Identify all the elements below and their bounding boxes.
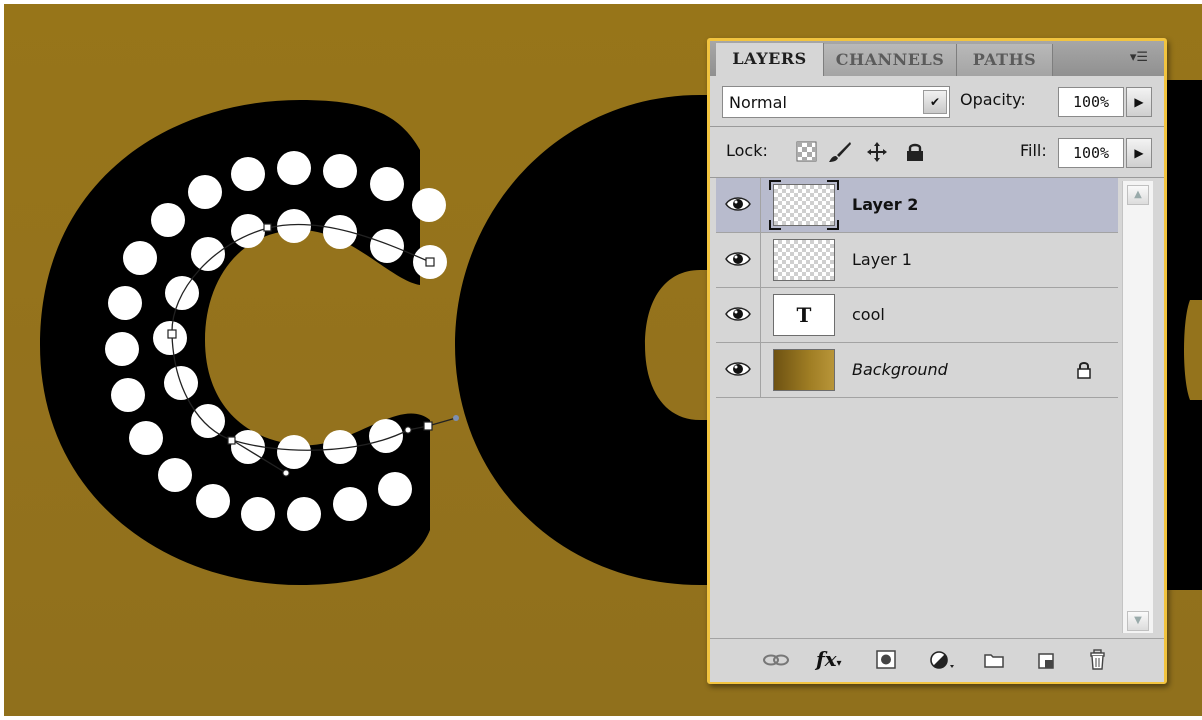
lock-paint-icon[interactable]: [828, 141, 851, 163]
visibility-toggle[interactable]: [716, 233, 761, 287]
visibility-toggle[interactable]: [716, 343, 761, 397]
layer-list: Layer 2 Layer 1 T cool Background: [716, 178, 1118, 636]
layer-list-scrollbar[interactable]: ▲ ▼: [1122, 181, 1153, 633]
opacity-label: Opacity:: [960, 90, 1026, 109]
layer-name: Layer 2: [852, 195, 919, 214]
lock-all-icon[interactable]: [904, 141, 926, 163]
blend-opacity-row: Normal ✔ Opacity: 100% ▶: [710, 76, 1164, 127]
add-mask-icon[interactable]: [874, 648, 900, 672]
layer-row-layer-1[interactable]: Layer 1: [716, 233, 1118, 288]
chevron-down-icon: ▾: [836, 658, 842, 669]
lock-label: Lock:: [726, 141, 768, 160]
visibility-toggle[interactable]: [716, 178, 761, 232]
layer-row-background[interactable]: Background: [716, 343, 1118, 398]
new-layer-icon[interactable]: [1034, 648, 1060, 672]
tab-layers[interactable]: LAYERS: [716, 43, 824, 76]
chevron-down-icon[interactable]: ✔: [923, 90, 947, 114]
link-layers-icon[interactable]: [762, 648, 789, 672]
letter-o-shape: [455, 95, 720, 585]
opacity-slider-button[interactable]: ▶: [1126, 87, 1152, 117]
lock-fill-row: Lock: Fill: 100% ▶: [710, 127, 1164, 178]
eye-icon: [725, 197, 751, 211]
text-layer-thumbnail: T: [773, 294, 835, 336]
fill-label: Fill:: [1020, 141, 1047, 160]
layer-name: Background: [852, 360, 948, 379]
layer-lock-icon: [1077, 362, 1091, 379]
layer-name: Layer 1: [852, 250, 912, 269]
fill-field[interactable]: 100%: [1058, 138, 1124, 168]
eye-icon: [725, 307, 751, 321]
layer-row-layer-2[interactable]: Layer 2: [716, 178, 1118, 233]
layer-thumbnail: [773, 184, 835, 226]
layers-panel: LAYERS CHANNELS PATHS ▾☰ Normal ✔ Opacit…: [707, 38, 1167, 684]
lock-move-icon[interactable]: [866, 141, 888, 163]
fill-slider-button[interactable]: ▶: [1126, 138, 1152, 168]
opacity-field[interactable]: 100%: [1058, 87, 1124, 117]
layer-thumbnail: [773, 239, 835, 281]
blend-mode-value: Normal: [729, 93, 787, 112]
letter-o2-hole: [1184, 300, 1202, 400]
panel-tabbar: LAYERS CHANNELS PATHS ▾☰: [710, 41, 1164, 76]
adjustment-layer-icon[interactable]: [928, 648, 954, 672]
trash-icon[interactable]: [1086, 648, 1112, 672]
lock-transparent-icon[interactable]: [796, 141, 818, 163]
fx-icon[interactable]: fx▾: [816, 648, 842, 672]
panel-footer-toolbar: fx▾: [710, 638, 1164, 682]
new-group-icon[interactable]: [982, 648, 1008, 672]
tab-channels[interactable]: CHANNELS: [824, 44, 957, 76]
tab-paths[interactable]: PATHS: [957, 44, 1053, 76]
layer-row-cool[interactable]: T cool: [716, 288, 1118, 343]
blend-mode-select[interactable]: Normal ✔: [722, 86, 950, 118]
eye-icon: [725, 362, 751, 376]
layer-thumbnail: [773, 349, 835, 391]
scroll-down-button[interactable]: ▼: [1127, 611, 1149, 631]
scroll-up-button[interactable]: ▲: [1127, 185, 1149, 205]
panel-menu-icon[interactable]: ▾☰: [1126, 50, 1152, 66]
fx-label: fx: [816, 647, 837, 671]
eye-icon: [725, 252, 751, 266]
visibility-toggle[interactable]: [716, 288, 761, 342]
layer-name: cool: [852, 305, 885, 324]
